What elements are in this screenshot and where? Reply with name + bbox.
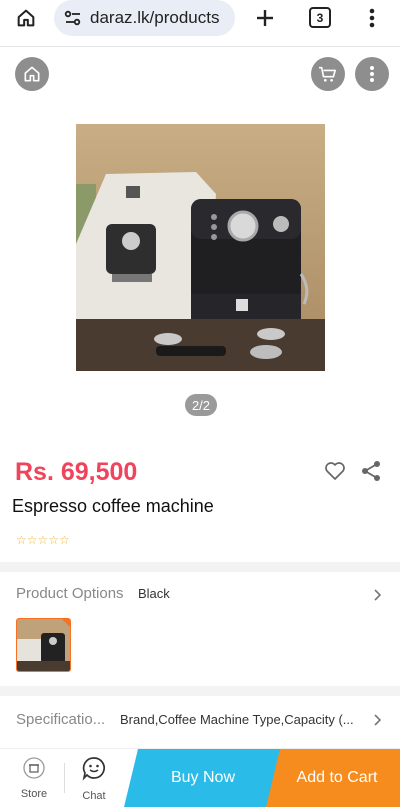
image-counter: 2/2 (185, 394, 217, 416)
section-divider (0, 562, 400, 572)
chevron-right-icon[interactable] (372, 588, 384, 602)
share-icon[interactable] (360, 460, 382, 482)
bottom-divider (64, 763, 65, 793)
chat-label: Chat (82, 789, 106, 802)
product-options-value[interactable]: Black (138, 586, 170, 601)
toolbar-divider (0, 46, 400, 47)
browser-toolbar: daraz.lk/products 3 (0, 0, 400, 36)
chat-icon (81, 755, 107, 786)
browser-home-icon[interactable] (10, 2, 42, 34)
site-settings-icon[interactable] (62, 7, 84, 29)
product-title: Espresso coffee machine (12, 496, 214, 516)
tab-switcher-icon[interactable]: 3 (309, 7, 331, 28)
chevron-right-icon[interactable] (372, 713, 384, 727)
more-vert-icon[interactable] (355, 57, 389, 91)
wishlist-heart-icon[interactable] (324, 461, 346, 481)
store-button[interactable]: Store (10, 749, 58, 807)
option-thumbnail-black[interactable] (16, 618, 71, 672)
product-image[interactable] (76, 124, 325, 371)
store-label: Store (20, 787, 48, 800)
browser-more-vert-icon[interactable] (360, 4, 384, 32)
new-tab-plus-icon[interactable] (250, 2, 280, 34)
url-text[interactable]: daraz.lk/products (90, 8, 219, 28)
section-divider (0, 686, 400, 696)
address-bar[interactable]: daraz.lk/products (54, 0, 235, 36)
product-options-label[interactable]: Product Options (16, 585, 124, 602)
add-to-cart-button[interactable]: Add to Cart (266, 749, 400, 807)
cart-icon[interactable] (311, 57, 345, 91)
buy-now-button[interactable]: Buy Now (124, 749, 282, 807)
store-icon (23, 756, 45, 784)
specifications-label[interactable]: Specificatio... (16, 711, 105, 728)
specifications-value[interactable]: Brand,Coffee Machine Type,Capacity (... (120, 712, 354, 727)
chat-button[interactable]: Chat (70, 749, 118, 807)
home-icon[interactable] (15, 57, 49, 91)
product-price: Rs. 69,500 (15, 458, 138, 486)
bottom-action-bar: Store Chat Buy Now Add to Cart (0, 748, 400, 810)
rating-stars[interactable]: ☆☆☆☆☆ (16, 533, 70, 547)
